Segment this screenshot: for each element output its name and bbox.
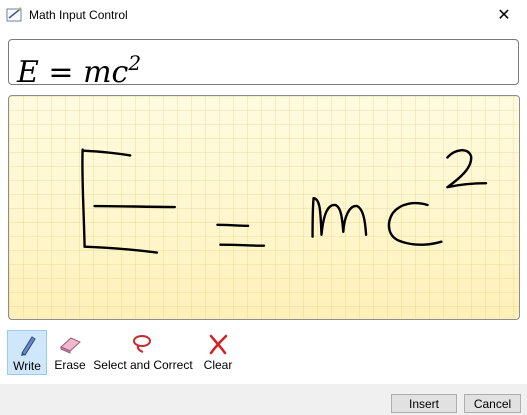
- title-bar: Math Input Control ✕: [0, 0, 527, 30]
- insert-button[interactable]: Insert: [391, 394, 457, 413]
- ink-stroke-e-top: [81, 149, 132, 157]
- ink-stroke-e-bottom: [83, 245, 159, 254]
- writing-pad[interactable]: [8, 95, 520, 320]
- eraser-icon: [60, 337, 81, 354]
- write-label: Write: [13, 359, 41, 373]
- ink-stroke-equals-top: [216, 223, 250, 228]
- ink-stroke-m: [311, 196, 368, 238]
- pen-icon: [21, 336, 36, 356]
- erase-button[interactable]: Erase: [52, 330, 88, 375]
- math-input-icon: [6, 7, 22, 22]
- close-button[interactable]: ✕: [481, 0, 527, 30]
- ink-stroke-equals-bottom: [219, 243, 266, 247]
- recognized-formula-preview: E = mc2: [8, 39, 519, 90]
- write-button[interactable]: Write: [7, 330, 47, 375]
- window-title: Math Input Control: [29, 8, 128, 22]
- erase-label: Erase: [54, 358, 86, 372]
- ink-stroke-e-middle: [93, 204, 176, 209]
- formula-text: E = mc2: [17, 46, 141, 90]
- clear-button[interactable]: Clear: [200, 330, 236, 375]
- ink-stroke-e-spine: [81, 148, 86, 248]
- dialog-footer: Insert Cancel: [0, 384, 527, 415]
- handwritten-ink: [81, 148, 488, 254]
- lasso-icon: [133, 335, 151, 353]
- close-icon: ✕: [497, 7, 511, 24]
- formula-superscript: 2: [128, 51, 142, 75]
- tool-bar: Write Erase Select and Correct Clear: [0, 330, 527, 380]
- formula-base: E = mc: [17, 55, 129, 90]
- select-and-correct-button[interactable]: Select and Correct: [93, 330, 193, 375]
- cancel-button[interactable]: Cancel: [464, 394, 521, 413]
- select-and-correct-label: Select and Correct: [93, 358, 193, 372]
- clear-label: Clear: [203, 358, 233, 372]
- ink-stroke-c: [387, 201, 443, 246]
- clear-x-icon: [209, 334, 228, 355]
- ink-stroke-superscript-two: [446, 149, 488, 189]
